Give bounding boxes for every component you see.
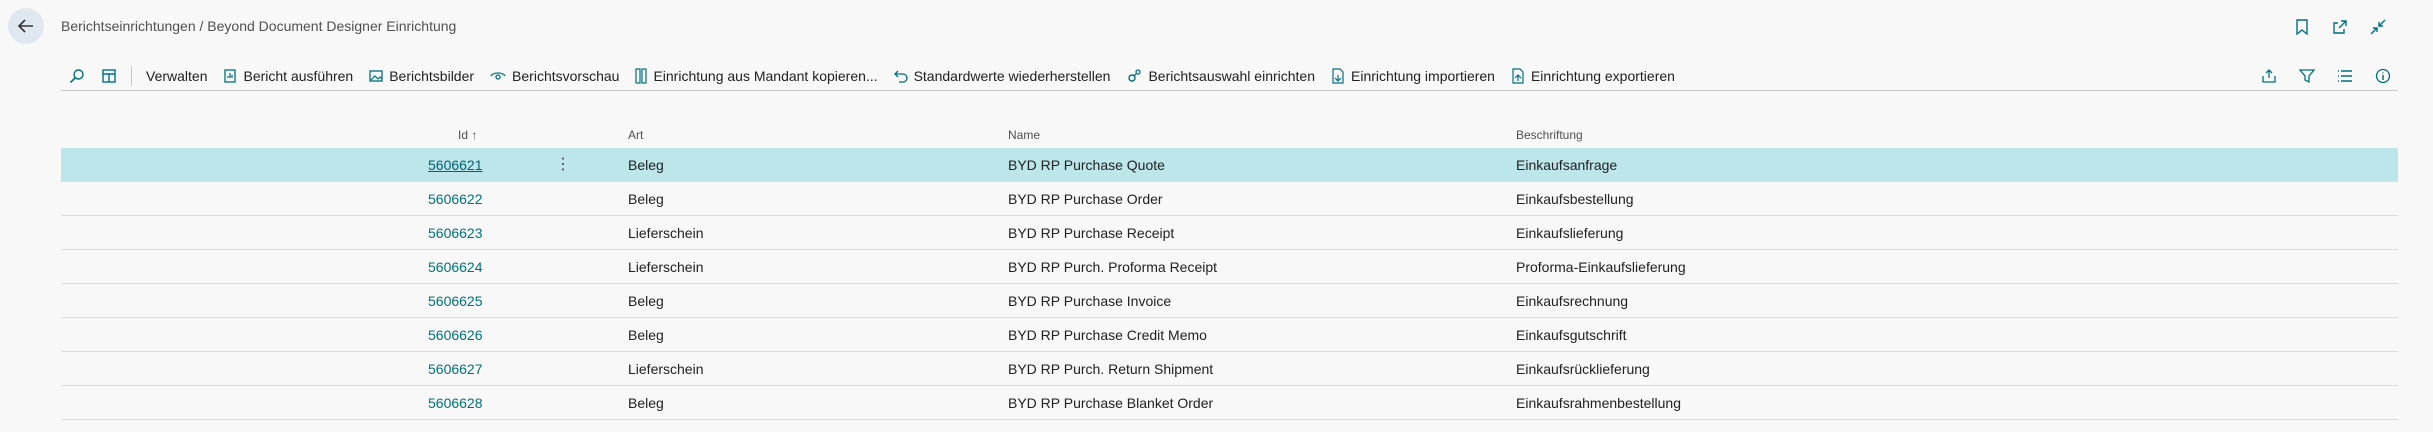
import-setup-button[interactable]: Einrichtung importieren [1323, 64, 1503, 88]
cell-beschriftung: Einkaufsrahmenbestellung [1516, 395, 1681, 411]
record-id-link[interactable]: 5606622 [428, 191, 483, 207]
run-report-button[interactable]: Bericht ausführen [215, 64, 361, 88]
report-images-button[interactable]: Berichtsbilder [361, 64, 482, 88]
row-menu-icon[interactable]: ⋮ [555, 154, 571, 174]
list-view-icon[interactable] [2336, 67, 2354, 85]
record-id-link[interactable]: 5606628 [428, 395, 483, 411]
open-new-window-icon[interactable] [2331, 18, 2349, 36]
layout-icon [101, 68, 117, 84]
eye-icon [490, 69, 506, 83]
record-id-link[interactable]: 5606621 [428, 157, 483, 173]
cell-beschriftung: Einkaufsanfrage [1516, 157, 1618, 173]
bookmark-icon[interactable] [2293, 18, 2311, 36]
cell-art: Beleg [628, 293, 664, 309]
top-bar: Berichtseinrichtungen / Beyond Document … [0, 0, 2433, 56]
image-icon [369, 69, 383, 83]
record-id-link[interactable]: 5606626 [428, 327, 483, 343]
table-row[interactable]: 5606623 Lieferschein BYD RP Purchase Rec… [61, 216, 2398, 250]
restore-defaults-button[interactable]: Standardwerte wiederherstellen [886, 64, 1119, 88]
cell-art: Lieferschein [628, 225, 704, 241]
cell-name: BYD RP Purchase Order [1008, 191, 1163, 207]
info-icon[interactable] [2374, 67, 2392, 85]
report-preview-button[interactable]: Berichtsvorschau [482, 64, 627, 88]
cell-art: Lieferschein [628, 361, 704, 377]
collapse-icon[interactable] [2369, 18, 2387, 36]
table-row[interactable]: 5606622 Beleg BYD RP Purchase Order Eink… [61, 182, 2398, 216]
record-id-link[interactable]: 5606623 [428, 225, 483, 241]
cell-beschriftung: Einkaufsgutschrift [1516, 327, 1627, 343]
report-icon [223, 69, 237, 83]
cell-art: Beleg [628, 327, 664, 343]
cell-art: Lieferschein [628, 259, 704, 275]
export-setup-button[interactable]: Einrichtung exportieren [1503, 64, 1683, 88]
column-header-beschriftung[interactable]: Beschriftung [1516, 128, 1583, 142]
record-id-link[interactable]: 5606625 [428, 293, 483, 309]
page-actions [2293, 18, 2387, 36]
table-row[interactable]: 5606625 Beleg BYD RP Purchase Invoice Ei… [61, 284, 2398, 318]
cell-name: BYD RP Purchase Blanket Order [1008, 395, 1214, 411]
table-header: Id ↑ Art Name Beschriftung [61, 124, 2398, 148]
cell-beschriftung: Einkaufsrücklieferung [1516, 361, 1650, 377]
cell-beschriftung: Proforma-Einkaufslieferung [1516, 259, 1686, 275]
settings-icon [1126, 68, 1142, 84]
setup-report-selection-button[interactable]: Berichtsauswahl einrichten [1118, 64, 1323, 88]
cell-name: BYD RP Purchase Quote [1008, 157, 1165, 173]
cell-name: BYD RP Purch. Return Shipment [1008, 361, 1214, 377]
table-row[interactable]: 5606628 Beleg BYD RP Purchase Blanket Or… [61, 386, 2398, 420]
cell-beschriftung: Einkaufsbestellung [1516, 191, 1634, 207]
search-icon [69, 68, 85, 84]
action-bar: Verwalten Bericht ausführen Berichtsbild… [61, 62, 2398, 91]
cell-beschriftung: Einkaufsrechnung [1516, 293, 1629, 309]
table-row[interactable]: 5606627 Lieferschein BYD RP Purch. Retur… [61, 352, 2398, 386]
layout-button[interactable] [93, 64, 125, 88]
table-row[interactable]: 5606626 Beleg BYD RP Purchase Credit Mem… [61, 318, 2398, 352]
search-button[interactable] [61, 64, 93, 88]
share-icon[interactable] [2260, 67, 2278, 85]
back-button[interactable] [8, 8, 44, 44]
import-icon [1331, 68, 1345, 84]
cell-art: Beleg [628, 395, 664, 411]
record-id-link[interactable]: 5606624 [428, 259, 483, 275]
copy-icon [635, 68, 648, 84]
export-icon [1511, 68, 1525, 84]
table-row[interactable]: 5606621 ⋮ Beleg BYD RP Purchase Quote Ei… [61, 148, 2398, 182]
cell-name: BYD RP Purchase Credit Memo [1008, 327, 1207, 343]
copy-from-company-button[interactable]: Einrichtung aus Mandant kopieren... [627, 64, 885, 88]
cell-name: BYD RP Purchase Receipt [1008, 225, 1175, 241]
record-id-link[interactable]: 5606627 [428, 361, 483, 377]
cell-beschriftung: Einkaufslieferung [1516, 225, 1624, 241]
undo-icon [893, 69, 908, 83]
table-row[interactable]: 5606624 Lieferschein BYD RP Purch. Profo… [61, 250, 2398, 284]
cell-name: BYD RP Purch. Proforma Receipt [1008, 259, 1218, 275]
breadcrumb: Berichtseinrichtungen / Beyond Document … [61, 18, 457, 34]
divider [131, 66, 132, 86]
setup-list: Id ↑ Art Name Beschriftung 5606621 ⋮ Bel… [61, 124, 2398, 420]
manage-menu[interactable]: Verwalten [138, 64, 215, 88]
arrow-left-icon [17, 17, 35, 35]
column-header-art[interactable]: Art [628, 128, 643, 142]
filter-icon[interactable] [2298, 67, 2316, 85]
column-header-name[interactable]: Name [1008, 128, 1040, 142]
cell-art: Beleg [628, 191, 664, 207]
cell-name: BYD RP Purchase Invoice [1008, 293, 1172, 309]
column-header-id[interactable]: Id ↑ [458, 128, 477, 142]
list-actions [2260, 67, 2398, 85]
cell-art: Beleg [628, 157, 664, 173]
